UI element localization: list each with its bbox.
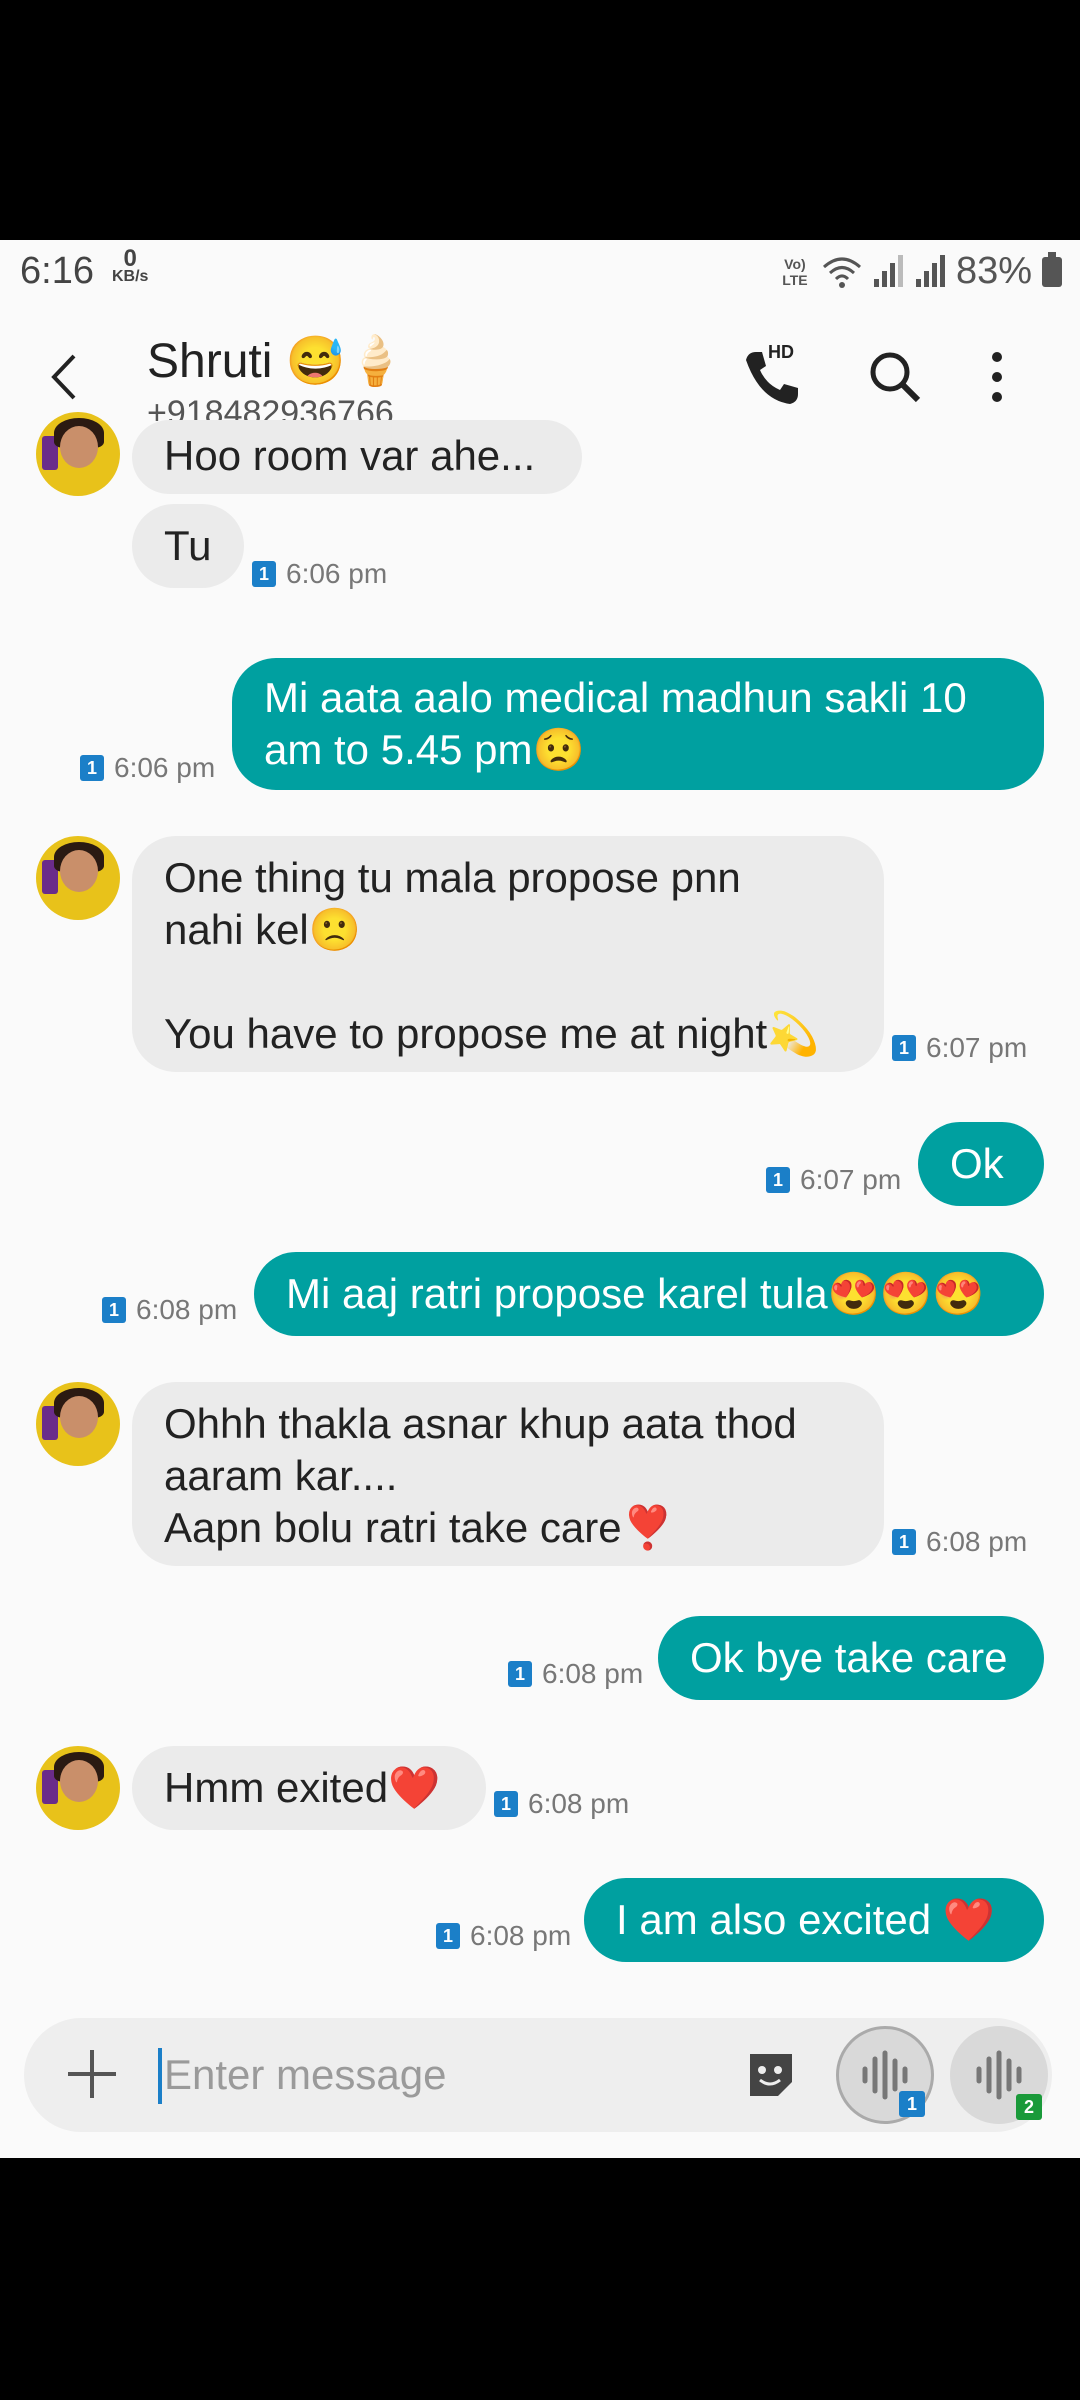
status-time: 6:16 xyxy=(20,250,94,292)
signal-icon-sim2 xyxy=(915,254,945,287)
back-arrow-icon[interactable] xyxy=(40,352,90,402)
sim1-icon: 1 xyxy=(494,1791,518,1817)
outgoing-message-bubble[interactable]: Ok bye take care xyxy=(658,1616,1044,1700)
message-thread[interactable]: Hoo room var ahe... Tu 1 6:06 pm 1 6:06 pm… xyxy=(0,412,1080,2158)
wifi-icon xyxy=(822,257,861,288)
message-time: 6:08 pm xyxy=(528,1788,630,1819)
voice-message-sim1-button[interactable]: 1 xyxy=(836,2026,934,2124)
message-meta: 1 6:08 pm xyxy=(436,1920,571,1952)
message-meta: 1 6:07 pm xyxy=(766,1164,901,1196)
message-time: 6:08 pm xyxy=(542,1658,644,1689)
sim1-icon: 1 xyxy=(252,561,276,587)
message-input[interactable] xyxy=(158,2044,724,2106)
message-time: 6:08 pm xyxy=(926,1526,1028,1557)
contact-avatar[interactable] xyxy=(36,836,120,920)
plus-icon[interactable] xyxy=(64,2046,120,2102)
outgoing-message-bubble[interactable]: Mi aata aalo medical madhun sakli 10 am … xyxy=(232,658,1044,790)
message-time: 6:08 pm xyxy=(470,1920,572,1951)
network-speed-unit: KB/s xyxy=(112,268,149,285)
contact-name[interactable]: Shruti 😅🍦 xyxy=(147,332,405,389)
sim1-badge: 1 xyxy=(899,2091,925,2117)
message-meta: 1 6:08 pm xyxy=(508,1658,643,1690)
contact-avatar[interactable] xyxy=(36,1382,120,1466)
voice-message-sim2-button[interactable]: 2 xyxy=(950,2026,1048,2124)
message-time: 6:06 pm xyxy=(286,558,388,589)
status-bar: 6:16 0 KB/s Vo) LTE 83% xyxy=(0,240,1080,312)
sim1-icon: 1 xyxy=(436,1923,460,1949)
battery-icon xyxy=(1042,251,1062,287)
sim1-icon: 1 xyxy=(102,1297,126,1323)
status-icons: Vo) LTE 83% xyxy=(778,250,1062,293)
message-meta: 1 6:08 pm xyxy=(892,1526,1027,1558)
sim1-icon: 1 xyxy=(892,1529,916,1555)
sim1-icon: 1 xyxy=(80,755,104,781)
incoming-message-bubble[interactable]: Hmm exited❤️ xyxy=(132,1746,486,1830)
hd-label: HD xyxy=(768,342,794,362)
sim1-icon: 1 xyxy=(508,1661,532,1687)
battery-percent: 83% xyxy=(955,250,1032,292)
outgoing-message-bubble[interactable]: I am also excited ❤️ xyxy=(584,1878,1044,1962)
message-meta: 1 6:08 pm xyxy=(102,1294,237,1326)
outgoing-message-bubble[interactable]: Mi aaj ratri propose karel tula😍😍😍 xyxy=(254,1252,1044,1336)
message-meta: 1 6:06 pm xyxy=(80,752,215,784)
messages-screen: 6:16 0 KB/s Vo) LTE 83% Shruti 😅🍦 +91848… xyxy=(0,240,1080,2158)
message-meta: 1 6:06 pm xyxy=(252,558,387,590)
sim1-icon: 1 xyxy=(766,1167,790,1193)
contact-avatar[interactable] xyxy=(36,1746,120,1830)
network-speed: 0 KB/s xyxy=(112,245,149,286)
signal-icon-sim1 xyxy=(873,254,903,287)
message-meta: 1 6:08 pm xyxy=(494,1788,629,1820)
outgoing-message-bubble[interactable]: Ok xyxy=(918,1122,1044,1206)
message-composer: 1 2 xyxy=(24,2018,1052,2132)
hd-call-button[interactable]: HD xyxy=(738,342,808,412)
search-icon[interactable] xyxy=(860,342,930,412)
message-time: 6:07 pm xyxy=(926,1032,1028,1063)
sticker-icon[interactable] xyxy=(744,2048,798,2102)
message-meta: 1 6:07 pm xyxy=(892,1032,1027,1064)
contact-avatar[interactable] xyxy=(36,412,120,496)
message-time: 6:08 pm xyxy=(136,1294,238,1325)
message-time: 6:06 pm xyxy=(114,752,216,783)
more-options-icon[interactable] xyxy=(962,342,1032,412)
network-speed-value: 0 xyxy=(123,245,137,272)
sim1-icon: 1 xyxy=(892,1035,916,1061)
incoming-message-bubble[interactable]: Tu xyxy=(132,504,244,588)
sim2-badge: 2 xyxy=(1016,2094,1042,2120)
incoming-message-bubble[interactable]: Ohhh thakla asnar khup aata thod aaram k… xyxy=(132,1382,884,1566)
incoming-message-bubble[interactable]: Hoo room var ahe... xyxy=(132,420,582,494)
volte-icon: Vo) LTE xyxy=(782,255,808,288)
incoming-message-bubble[interactable]: One thing tu mala propose pnn nahi kel🙁 … xyxy=(132,836,884,1072)
message-time: 6:07 pm xyxy=(800,1164,902,1195)
